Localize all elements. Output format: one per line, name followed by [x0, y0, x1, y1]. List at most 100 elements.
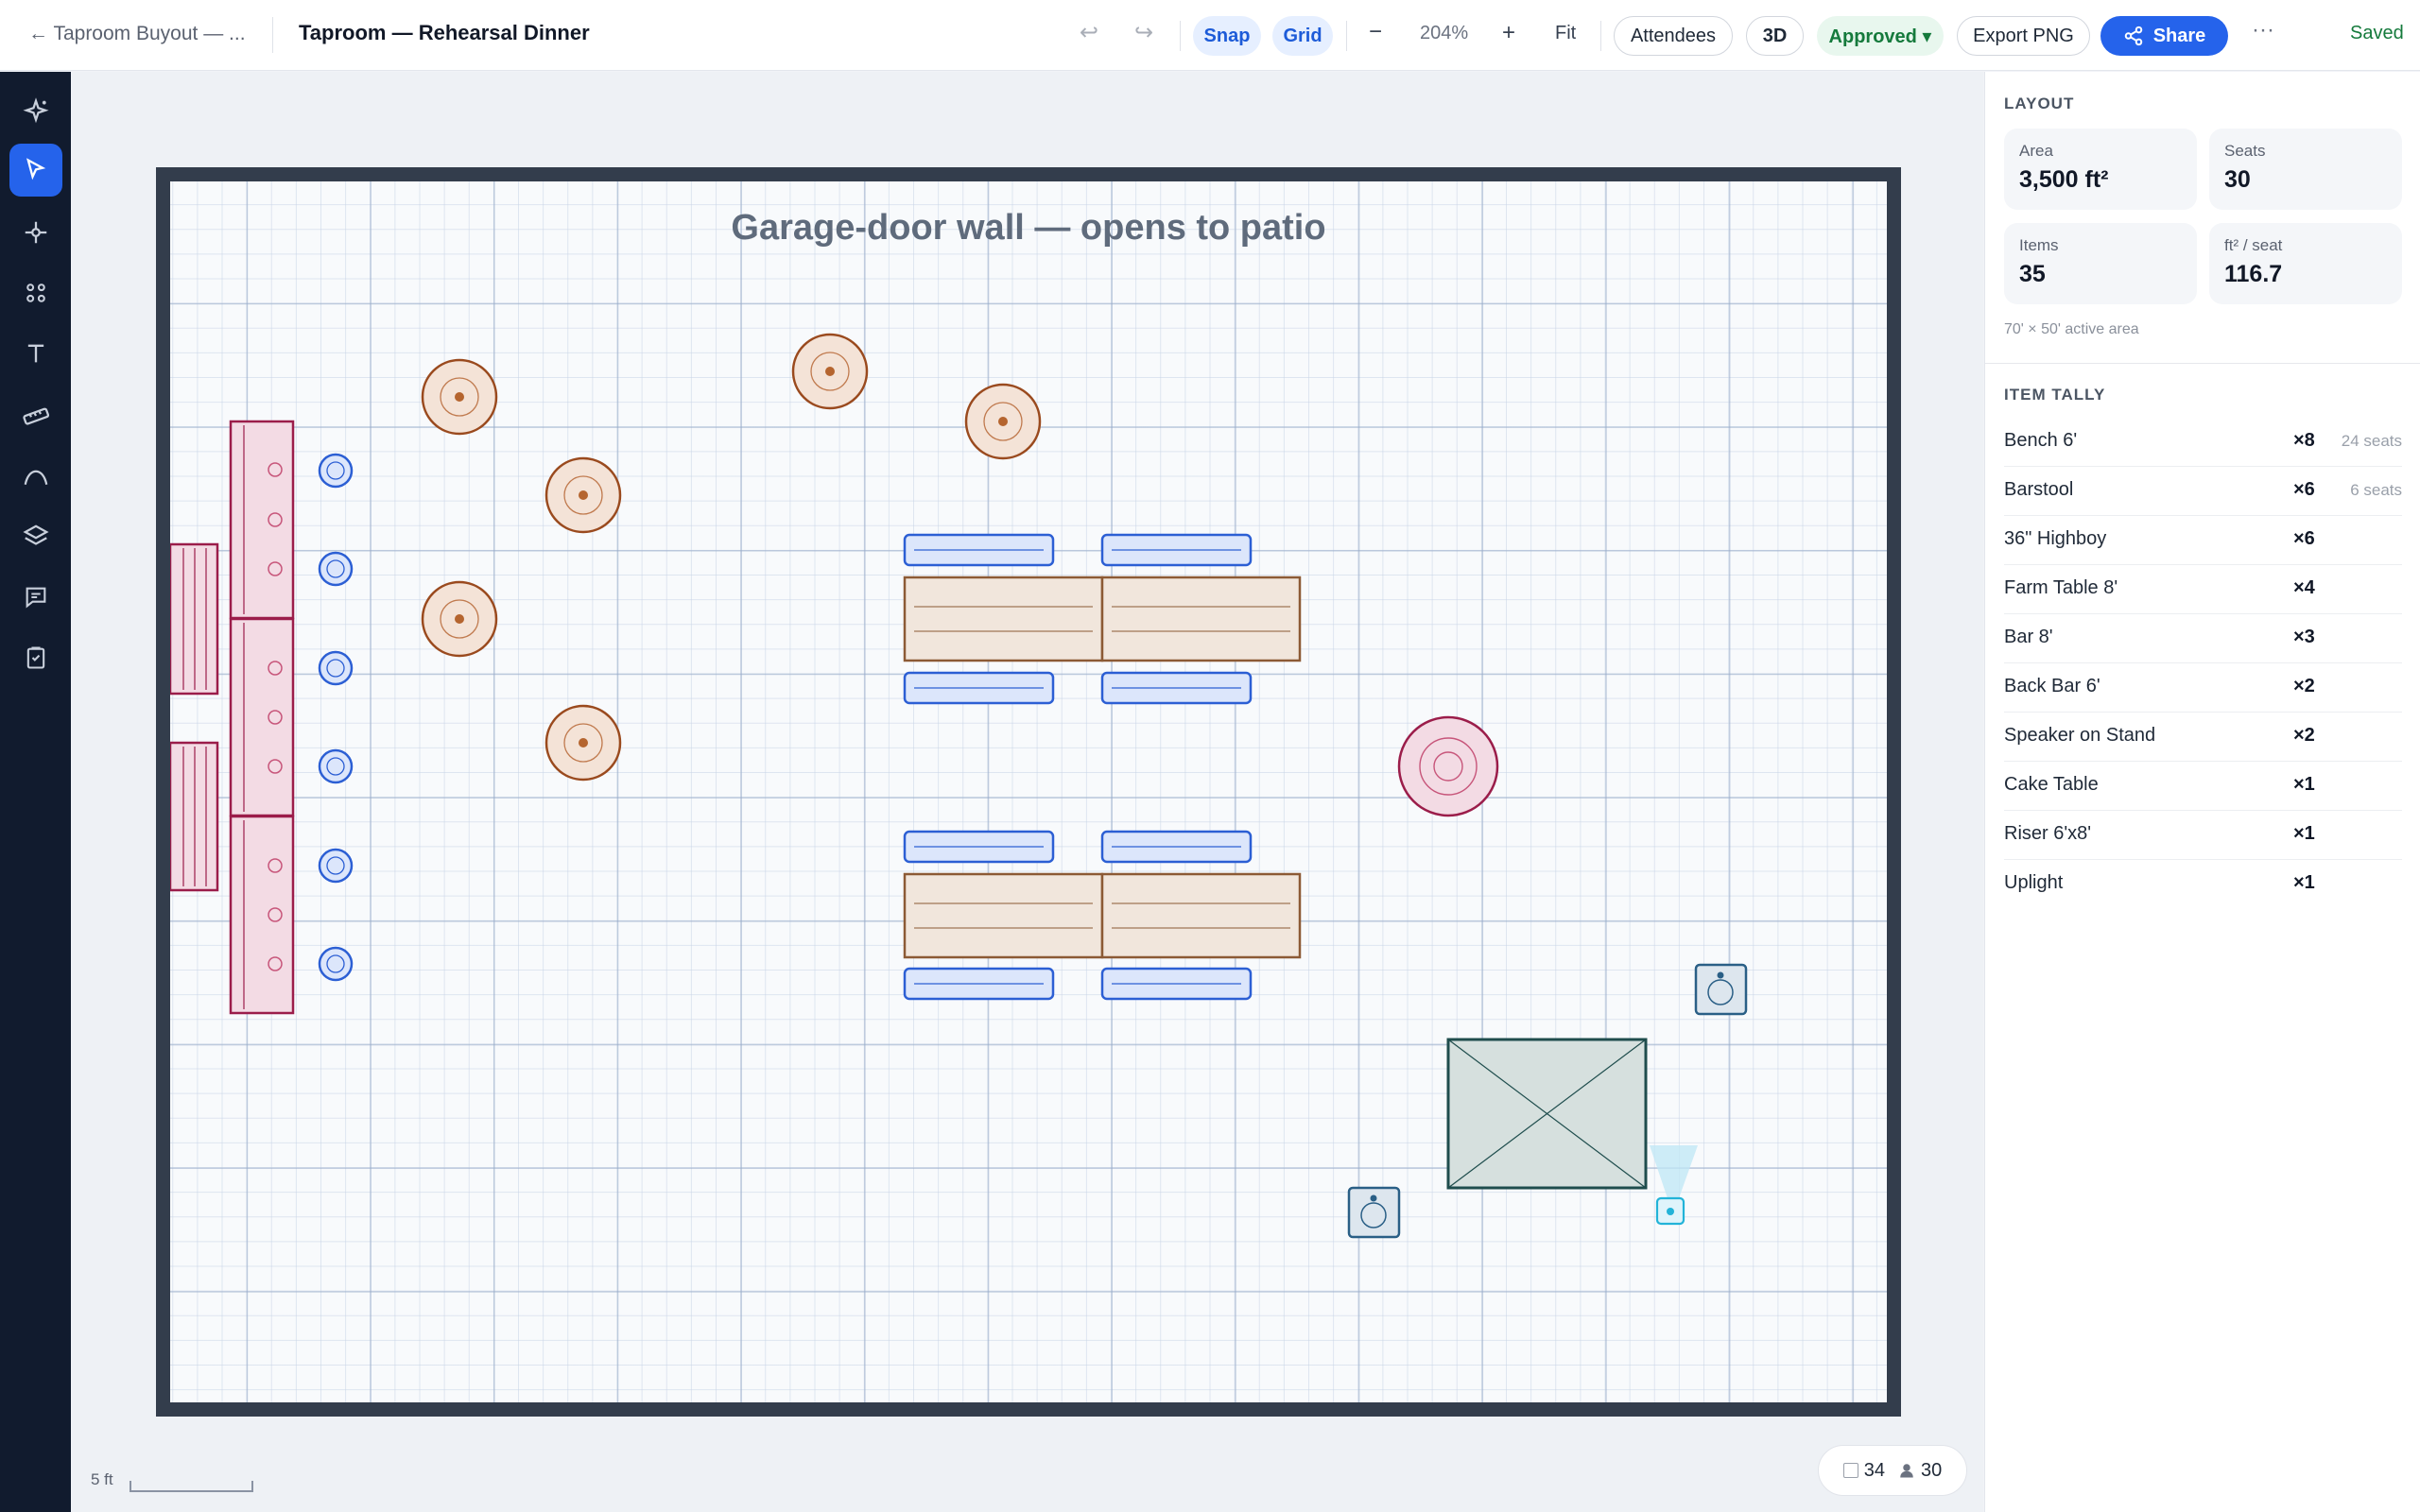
stat-label: Items [2019, 236, 2059, 254]
barstool[interactable] [318, 848, 354, 884]
bar[interactable] [229, 420, 295, 620]
bench[interactable] [903, 671, 1055, 705]
bench[interactable] [1100, 830, 1253, 864]
status-counter: 34 30 [1818, 1445, 1967, 1496]
stat-label: ft² / seat [2224, 236, 2283, 254]
barstool[interactable] [318, 946, 354, 982]
status-dropdown[interactable]: Approved ▾ [1817, 16, 1944, 56]
view-3d-button[interactable]: 3D [1746, 16, 1804, 56]
back-bar[interactable] [170, 542, 219, 696]
attendees-button[interactable]: Attendees [1614, 16, 1733, 56]
tally-row[interactable]: Bar 8' ×3 [2004, 614, 2402, 663]
highboy-table[interactable] [544, 704, 622, 782]
tally-item-name: Cake Table [2004, 774, 2099, 795]
farm-table[interactable] [1100, 576, 1302, 662]
farm-table[interactable] [903, 576, 1104, 662]
document-title[interactable]: Taproom — Rehearsal Dinner [299, 21, 590, 45]
divider [272, 17, 273, 53]
uplight[interactable] [1650, 1145, 1698, 1226]
comment-icon[interactable] [9, 571, 62, 624]
checklist-icon[interactable] [9, 631, 62, 684]
tally-row[interactable]: Bench 6' ×8 24 seats [2004, 418, 2402, 467]
grid-dots-icon[interactable] [9, 266, 62, 319]
stat-area: Area 3,500 ft² [2004, 129, 2197, 210]
highboy-table[interactable] [421, 580, 498, 658]
more-menu-button[interactable]: ··· [2252, 17, 2274, 43]
barstool[interactable] [318, 453, 354, 489]
tool-rail [0, 72, 71, 1512]
tally-row[interactable]: 36" Highboy ×6 [2004, 516, 2402, 565]
tally-row[interactable]: Farm Table 8' ×4 [2004, 565, 2402, 614]
bar[interactable] [229, 617, 295, 817]
bench[interactable] [1100, 671, 1253, 705]
stat-value: 35 [2019, 261, 2046, 287]
stat-items: Items 35 [2004, 223, 2197, 304]
redo-icon[interactable]: ↪ [1134, 19, 1153, 46]
tally-row[interactable]: Barstool ×6 6 seats [2004, 467, 2402, 516]
tally-item-seats: 24 seats [2341, 432, 2402, 450]
zoom-out-button[interactable]: − [1369, 19, 1382, 45]
speaker-on-stand[interactable] [1694, 963, 1748, 1016]
share-button[interactable]: Share [2100, 16, 2228, 56]
layers-icon[interactable] [9, 510, 62, 563]
stat-value: 30 [2224, 166, 2251, 193]
pointer-icon[interactable] [9, 144, 62, 197]
bar[interactable] [229, 815, 295, 1015]
barstool[interactable] [318, 748, 354, 784]
stat-area-per-seat: ft² / seat 116.7 [2209, 223, 2402, 304]
save-status: Saved [2350, 23, 2404, 43]
farm-table[interactable] [1100, 872, 1302, 959]
top-bar: ← Taproom Buyout — ... Taproom — Rehears… [0, 0, 2420, 71]
tally-item-count: ×1 [2293, 872, 2315, 893]
tally-item-name: Bench 6' [2004, 430, 2078, 451]
stat-value: 3,500 ft² [2019, 166, 2109, 193]
tally-row[interactable]: Uplight ×1 [2004, 860, 2402, 909]
curve-icon[interactable] [9, 450, 62, 503]
tally-row[interactable]: Riser 6'x8' ×1 [2004, 811, 2402, 860]
layout-section-title: LAYOUT [2004, 94, 2075, 112]
export-png-button[interactable]: Export PNG [1957, 16, 2090, 56]
tally-row[interactable]: Back Bar 6' ×2 [2004, 663, 2402, 713]
highboy-table[interactable] [791, 333, 869, 410]
floor-items [170, 333, 1748, 1239]
sparkle-icon[interactable] [9, 85, 62, 138]
snap-toggle[interactable]: Snap [1193, 16, 1261, 56]
grid-toggle[interactable]: Grid [1272, 16, 1333, 56]
cake-table[interactable] [1397, 715, 1499, 817]
stat-label: Seats [2224, 142, 2266, 160]
bench[interactable] [903, 967, 1055, 1001]
ruler-icon[interactable] [9, 389, 62, 442]
zoom-in-button[interactable]: + [1502, 20, 1515, 46]
tally-item-count: ×1 [2293, 823, 2315, 844]
highboy-table[interactable] [421, 358, 498, 436]
tally-row[interactable]: Speaker on Stand ×2 [2004, 713, 2402, 762]
highboy-table[interactable] [964, 383, 1042, 460]
bench[interactable] [903, 830, 1055, 864]
back-bar[interactable] [170, 741, 219, 892]
bench[interactable] [1100, 967, 1253, 1001]
fit-button[interactable]: Fit [1555, 23, 1576, 44]
bench[interactable] [1100, 533, 1253, 567]
undo-icon[interactable]: ↩ [1080, 19, 1098, 46]
text-icon[interactable] [9, 327, 62, 380]
barstool[interactable] [318, 551, 354, 587]
share-icon [2124, 26, 2142, 46]
floor-plan[interactable] [170, 181, 1887, 1402]
riser[interactable] [1446, 1038, 1648, 1190]
speaker-on-stand[interactable] [1347, 1186, 1401, 1239]
stat-value: 116.7 [2224, 261, 2283, 287]
highboy-table[interactable] [544, 456, 622, 534]
bench[interactable] [903, 533, 1055, 567]
tally-item-count: ×4 [2293, 577, 2315, 598]
tally-item-count: ×8 [2293, 430, 2315, 451]
item-count-icon [1842, 1463, 1858, 1478]
stat-seats: Seats 30 [2209, 129, 2402, 210]
scale-label: 5 ft [91, 1470, 113, 1488]
back-link[interactable]: ← Taproom Buyout — ... [28, 23, 246, 45]
farm-table[interactable] [903, 872, 1104, 959]
tally-item-count: ×1 [2293, 774, 2315, 795]
zoom-level[interactable]: 204% [1420, 23, 1468, 44]
barstool[interactable] [318, 650, 354, 686]
tally-row[interactable]: Cake Table ×1 [2004, 762, 2402, 811]
tally-item-count: ×2 [2293, 725, 2315, 746]
